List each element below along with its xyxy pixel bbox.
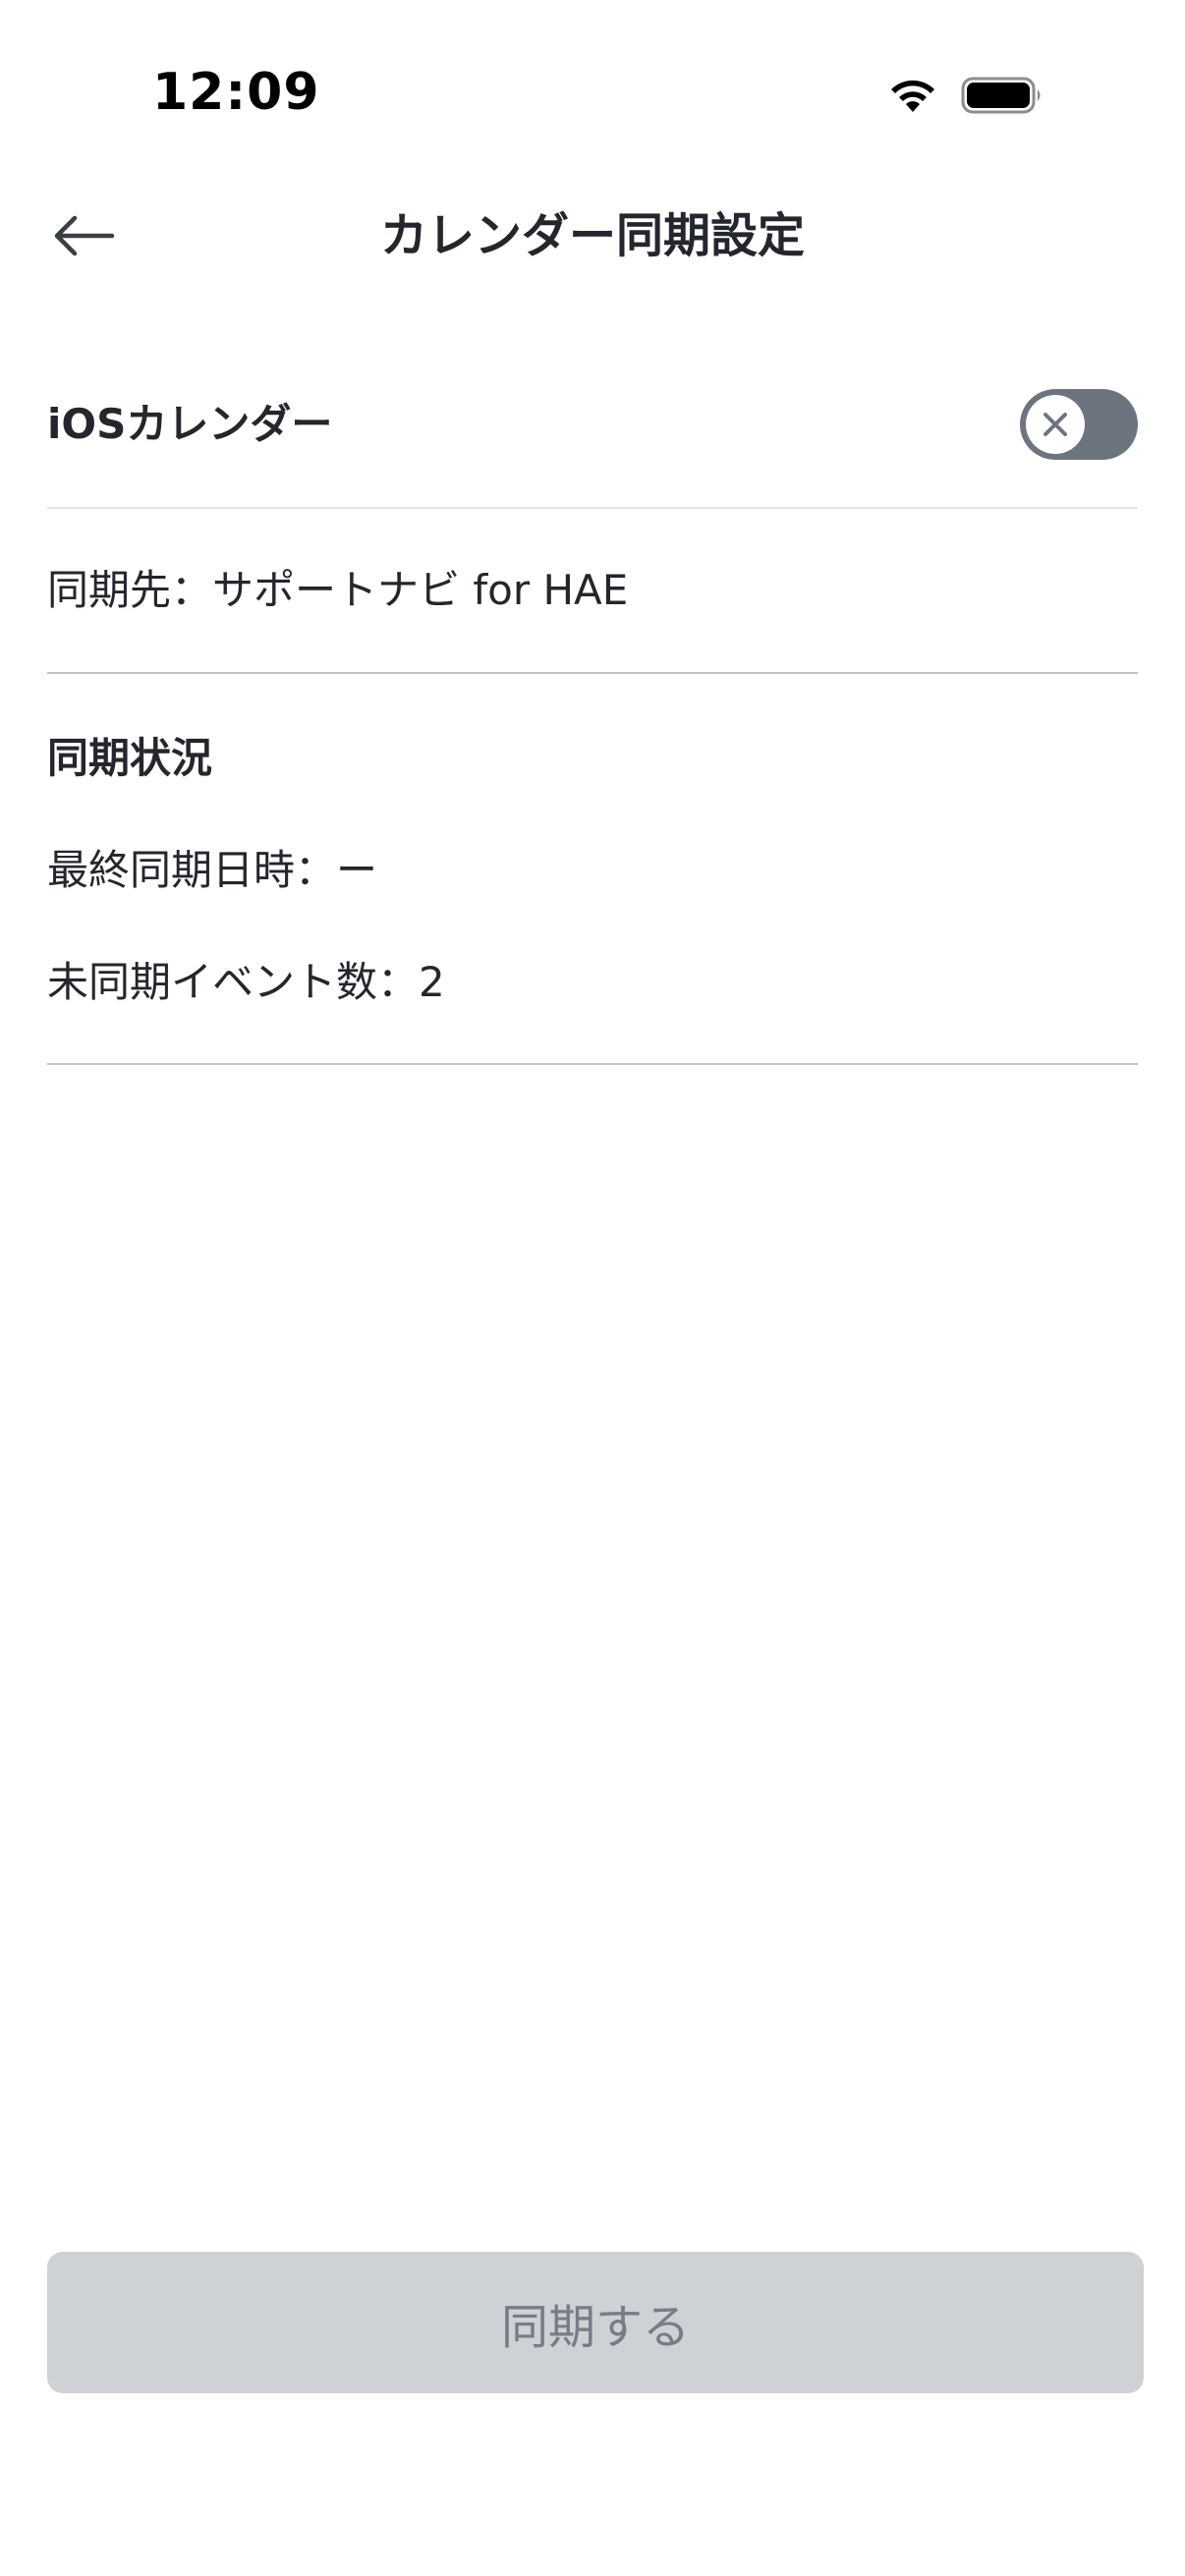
close-icon — [1044, 413, 1067, 436]
unsynced-events-text: 未同期イベント数：2 — [47, 958, 445, 1006]
toggle-knob — [1026, 395, 1085, 454]
back-button[interactable] — [39, 198, 128, 273]
sync-status-heading: 同期状況 — [47, 734, 213, 782]
sync-target-row: 同期先：サポートナビ for HAE — [47, 509, 1138, 674]
last-sync-text: 最終同期日時：ー — [47, 846, 378, 894]
status-bar: 12:09 — [0, 0, 1185, 187]
page-title: カレンダー同期設定 — [379, 208, 805, 263]
ios-calendar-toggle[interactable] — [1020, 389, 1138, 460]
header: カレンダー同期設定 — [0, 187, 1185, 285]
sync-target-text: 同期先：サポートナビ for HAE — [47, 566, 629, 614]
arrow-left-icon — [54, 215, 115, 256]
wifi-icon — [891, 80, 934, 112]
battery-icon — [961, 77, 1041, 114]
status-time: 12:09 — [152, 63, 320, 122]
ios-calendar-label: iOSカレンダー — [47, 400, 333, 448]
sync-status-section: 同期状況 最終同期日時：ー 未同期イベント数：2 — [47, 674, 1138, 1065]
sync-button[interactable]: 同期する — [47, 2252, 1144, 2393]
ios-calendar-row: iOSカレンダー — [47, 373, 1138, 509]
